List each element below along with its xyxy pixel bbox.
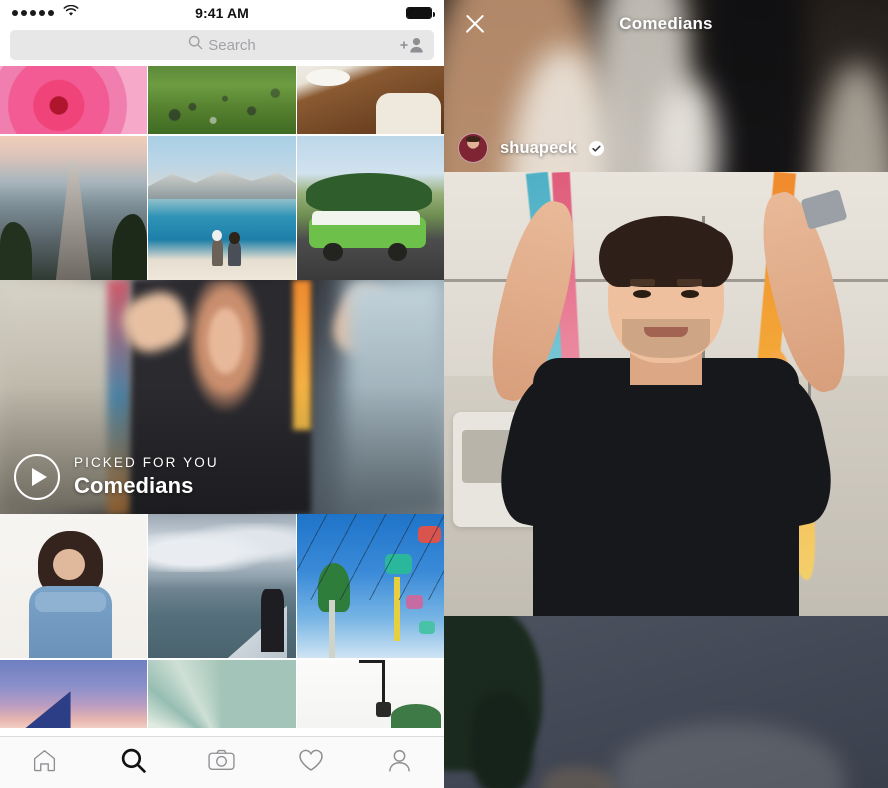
grid-cell-pier-railing-photo[interactable] bbox=[148, 514, 296, 658]
play-icon[interactable] bbox=[14, 454, 60, 500]
status-bar: 9:41 AM bbox=[0, 0, 444, 26]
tab-search[interactable] bbox=[101, 737, 165, 788]
grid-cell-park-lawn-photo[interactable] bbox=[148, 66, 296, 134]
featured-text: PICKED FOR YOU Comedians bbox=[74, 455, 219, 499]
story-user-row[interactable]: shuapeck bbox=[458, 133, 604, 163]
explore-grid-bottom bbox=[0, 514, 444, 728]
story-title: Comedians bbox=[619, 14, 713, 33]
explore-grid-top bbox=[0, 66, 444, 280]
featured-title: Comedians bbox=[74, 473, 194, 498]
story-header: Comedians bbox=[444, 0, 888, 48]
camera-icon bbox=[207, 746, 236, 780]
featured-video-banner[interactable]: PICKED FOR YOU Comedians bbox=[0, 280, 444, 514]
add-person-icon[interactable] bbox=[399, 36, 425, 54]
verified-badge-icon bbox=[588, 140, 604, 156]
status-bar-time: 9:41 AM bbox=[195, 5, 249, 21]
grid-cell-palm-frond-photo[interactable] bbox=[148, 660, 296, 728]
story-viewer-screen: Comedians shuapeck bbox=[444, 0, 888, 788]
search-icon bbox=[120, 747, 147, 779]
grid-cell-airplane-wing-photo[interactable] bbox=[0, 660, 147, 728]
tab-activity[interactable] bbox=[279, 737, 343, 788]
person-icon bbox=[386, 747, 413, 779]
grid-cell-bay-bridge-photo[interactable] bbox=[0, 136, 147, 280]
home-icon bbox=[31, 747, 58, 779]
status-bar-right bbox=[406, 7, 435, 19]
grid-cell-interior-lamp-photo[interactable] bbox=[297, 660, 444, 728]
tab-camera[interactable] bbox=[190, 737, 254, 788]
search-placeholder: Search bbox=[208, 36, 256, 54]
search-inner: Search bbox=[188, 35, 256, 55]
grid-cell-green-suv-photo[interactable] bbox=[297, 136, 444, 280]
search-input[interactable]: Search bbox=[10, 30, 434, 60]
grid-cell-swing-ride-photo[interactable] bbox=[297, 514, 444, 658]
grid-cell-pink-flower-photo[interactable] bbox=[0, 66, 147, 134]
explore-screen: 9:41 AM Search PICKED FOR YOU Comedians bbox=[0, 0, 444, 788]
grid-cell-mountain-lake-photo[interactable] bbox=[148, 136, 296, 280]
avatar[interactable] bbox=[458, 133, 488, 163]
search-bar-container: Search bbox=[0, 26, 444, 66]
story-next-preview[interactable] bbox=[444, 616, 888, 788]
grid-cell-dining-table-photo[interactable] bbox=[297, 66, 444, 134]
heart-icon bbox=[297, 746, 325, 779]
tab-profile[interactable] bbox=[368, 737, 432, 788]
featured-kicker: PICKED FOR YOU bbox=[74, 455, 219, 470]
battery-full-icon bbox=[406, 7, 435, 19]
grid-cell-denim-portrait-photo[interactable] bbox=[0, 514, 147, 658]
dual-phone-screenshot: 9:41 AM Search PICKED FOR YOU Comedians … bbox=[0, 0, 888, 788]
bottom-tab-bar bbox=[0, 736, 444, 788]
featured-overlay: PICKED FOR YOU Comedians bbox=[14, 454, 219, 500]
close-icon[interactable] bbox=[462, 11, 488, 37]
story-username[interactable]: shuapeck bbox=[500, 139, 577, 158]
story-video[interactable] bbox=[444, 172, 888, 616]
search-icon bbox=[188, 35, 203, 55]
tab-home[interactable] bbox=[12, 737, 76, 788]
